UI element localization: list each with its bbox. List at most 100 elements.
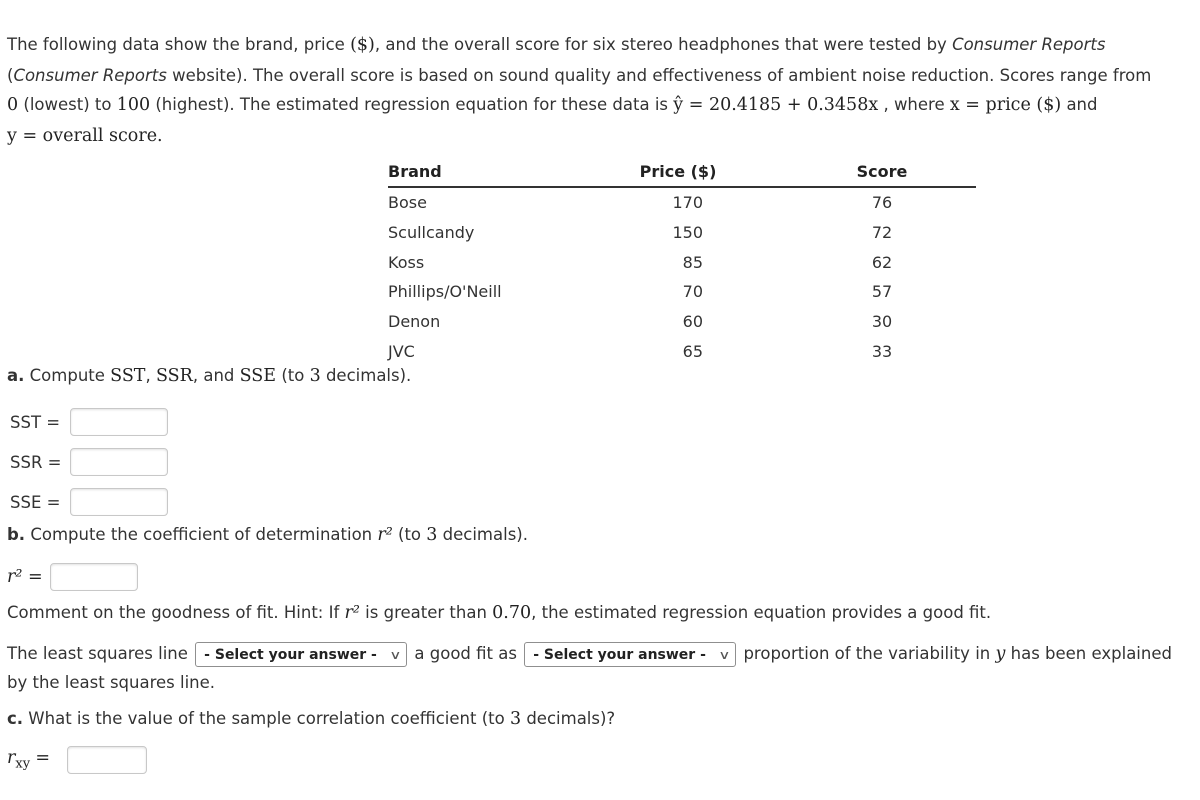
sentence-text: has been explained — [1005, 644, 1172, 663]
question-text: Compute — [24, 366, 111, 385]
cell-brand: Koss — [388, 252, 425, 272]
intro-text: and — [1061, 95, 1098, 114]
table-row: Phillips/O'Neill 70 57 — [388, 277, 976, 307]
question-text: decimals). — [320, 366, 412, 385]
math-subscript: xy — [15, 756, 31, 772]
source-name: Consumer Reports — [13, 65, 167, 85]
intro-line-4: y = overall score. — [7, 121, 1197, 152]
cell-price: 150 — [672, 223, 703, 243]
correlation-row: rxy = — [7, 746, 147, 774]
intro-text: website). The overall score is based on … — [166, 65, 1152, 85]
cell-price-wrap: 150 — [568, 218, 788, 248]
math-r-squared: r² — [344, 603, 360, 623]
math-r-squared: r² — [377, 525, 393, 545]
fit-sentence-continued: by the least squares line. — [7, 673, 215, 692]
header-price: Price ($) — [568, 156, 788, 188]
fit-select-1[interactable]: - Select your answer - ∨ — [195, 642, 408, 667]
source-name: Consumer Reports — [952, 35, 1106, 54]
intro-text: (lowest) to — [18, 95, 117, 114]
question-text: (to — [276, 366, 310, 385]
part-a-question: a. Compute SST, SSR, and SSE (to 3 decim… — [7, 366, 411, 386]
math-dollar: ($) — [350, 35, 375, 55]
part-label: a. — [7, 366, 25, 385]
sse-input[interactable] — [70, 488, 168, 516]
math-digits: 3 — [509, 709, 522, 729]
ssr-input[interactable] — [70, 448, 168, 476]
chevron-down-icon: ∨ — [389, 647, 402, 662]
headphones-table: Brand Price ($) Score Bose 170 76 Scullcand… — [388, 156, 976, 366]
r-squared-input[interactable] — [50, 563, 138, 591]
intro-text: The following data show the brand, price — [7, 35, 351, 54]
table-row: Scullcandy 150 72 — [388, 218, 976, 248]
table-row: Koss 85 62 — [388, 247, 976, 277]
math-equals: = — [35, 748, 50, 769]
cell-brand: Scullcandy — [388, 223, 475, 243]
math-sst: SST — [110, 366, 146, 386]
ssr-row: SSR = — [10, 448, 168, 476]
sentence-text: proportion of the variability in — [738, 644, 996, 663]
cell-score: 33 — [871, 341, 893, 361]
cell-brand: Bose — [388, 193, 427, 213]
part-c-question: c. What is the value of the sample corre… — [7, 709, 615, 729]
regression-equation: ŷ = 20.4185 + 0.3458x — [673, 95, 879, 115]
sse-row: SSE = — [10, 488, 168, 516]
select-value: - Select your answer - — [204, 646, 377, 663]
hint-text: is greater than — [359, 603, 493, 622]
sentence-text: by the least squares line. — [7, 673, 216, 692]
table-header-row: Brand Price ($) Score — [388, 156, 976, 188]
x-definition: x = price ($) — [949, 95, 1062, 115]
table-row: JVC 65 33 — [388, 336, 976, 366]
fit-sentence: The least squares line - Select your ans… — [7, 642, 1172, 667]
cell-score: 57 — [871, 282, 893, 302]
intro-line-3: 0 (lowest) to 100 (highest). The estimat… — [7, 90, 1197, 121]
math-digits: 3 — [309, 366, 321, 386]
r-squared-row: r² = — [7, 563, 138, 591]
header-brand: Brand — [388, 156, 568, 188]
sst-input[interactable] — [70, 408, 168, 436]
intro-text: (highest). The estimated regression equa… — [150, 95, 674, 114]
cell-price-wrap: 70 — [568, 277, 788, 307]
math-digits: 3 — [426, 525, 438, 545]
hint-text: Comment on the goodness of fit. Hint: If — [7, 603, 345, 622]
cell-price: 60 — [682, 312, 703, 332]
r-squared-label: r² = — [7, 567, 43, 587]
question-text: Compute the coefficient of determination — [25, 525, 378, 544]
correlation-input[interactable] — [67, 746, 147, 774]
cell-brand: Denon — [388, 312, 441, 332]
part-label: c. — [7, 709, 24, 728]
question-text: (to — [392, 525, 427, 544]
cell-price: 85 — [682, 252, 703, 272]
cell-price: 65 — [682, 341, 703, 361]
intro-text: , and the overall score for six stereo h… — [374, 35, 953, 54]
correlation-label: rxy = — [7, 748, 67, 771]
question-text: , and — [192, 366, 240, 385]
header-score: Score — [788, 156, 976, 188]
question-text: , — [145, 366, 156, 385]
sentence-text: The least squares line — [7, 644, 194, 663]
cell-price: 170 — [672, 193, 703, 213]
fit-select-2[interactable]: - Select your answer - ∨ — [524, 642, 737, 667]
problem-intro: The following data show the brand, price… — [7, 30, 1197, 151]
chevron-down-icon: ∨ — [718, 647, 731, 662]
goodness-of-fit-hint: Comment on the goodness of fit. Hint: If… — [7, 603, 991, 623]
cell-score: 72 — [871, 223, 893, 243]
math-low: 0 — [7, 95, 19, 115]
ssr-label: SSR = — [10, 452, 62, 472]
intro-line-2: (Consumer Reports website). The overall … — [7, 61, 1197, 91]
select-value: - Select your answer - — [533, 646, 706, 663]
math-y: y — [995, 644, 1006, 664]
question-text: What is the value of the sample correlat… — [23, 709, 510, 728]
cell-score: 62 — [871, 252, 893, 272]
table-row: Denon 60 30 — [388, 307, 976, 337]
cell-price-wrap: 65 — [568, 336, 788, 366]
part-label: b. — [7, 525, 26, 544]
sse-label: SSE = — [10, 492, 61, 512]
sst-label: SST = — [10, 412, 61, 432]
math-ssr: SSR — [155, 366, 193, 386]
sentence-text: a good fit as — [409, 644, 523, 663]
intro-line-1: The following data show the brand, price… — [7, 30, 1197, 61]
math-high: 100 — [116, 95, 151, 115]
cell-price: 70 — [682, 282, 703, 302]
intro-text: , where — [878, 95, 950, 114]
cell-score: 30 — [871, 312, 893, 332]
